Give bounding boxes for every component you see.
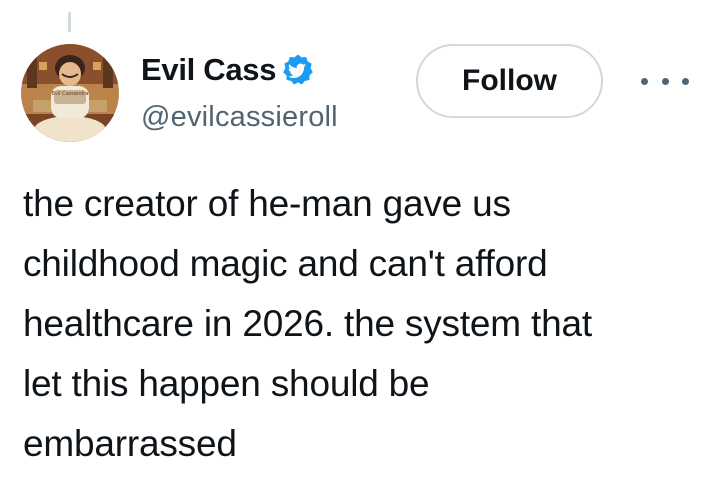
more-dot [661, 77, 669, 85]
tweet-text-line: the creator of he-man gave us [23, 183, 511, 224]
author-display-name[interactable]: Evil Cass [141, 50, 276, 90]
tweet-text-line: childhood magic and can't afford [23, 243, 548, 284]
avatar-illustration-icon: Evil Cassandra [21, 44, 119, 142]
author-name-row: Evil Cass [141, 50, 317, 90]
thread-connector-line [68, 12, 71, 32]
tweet-text: the creator of he-man gave us childhood … [23, 174, 693, 474]
more-dot [641, 77, 648, 85]
author-handle[interactable]: @evilcassieroll [141, 98, 338, 136]
tweet-text-line: healthcare in 2026. the system that [23, 303, 592, 344]
tweet-text-line: embarrassed [23, 423, 237, 464]
follow-button[interactable]: Follow [416, 44, 603, 118]
tweet-text-line: let this happen should be [23, 363, 430, 404]
avatar-sign-text: Evil Cassandra [52, 91, 89, 97]
verified-bird-badge-icon[interactable] [281, 52, 317, 88]
more-dot [682, 77, 689, 85]
more-horizontal-icon[interactable] [641, 70, 689, 92]
avatar[interactable]: Evil Cassandra [21, 44, 119, 142]
